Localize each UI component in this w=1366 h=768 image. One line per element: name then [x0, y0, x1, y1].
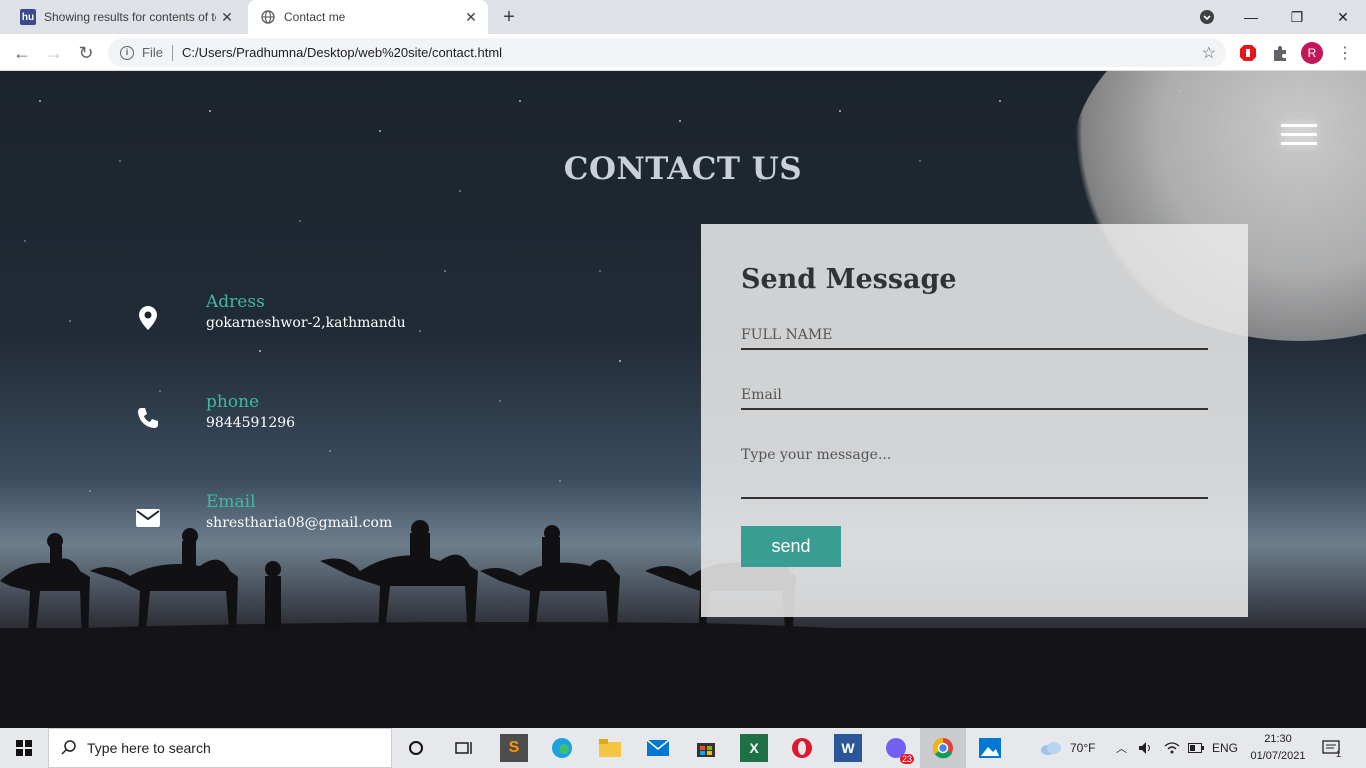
- phone-value: 9844591296: [206, 415, 296, 431]
- bookmark-star-icon[interactable]: ☆: [1202, 43, 1216, 63]
- tab-search-results[interactable]: hu Showing results for contents of te ✕: [8, 0, 244, 34]
- chevron-up-icon[interactable]: ︿: [1116, 728, 1127, 768]
- close-icon[interactable]: ✕: [216, 6, 238, 28]
- notification-center-icon[interactable]: 1: [1322, 728, 1341, 768]
- mail-icon[interactable]: [644, 734, 672, 762]
- taskbar-search-box[interactable]: Type here to search: [48, 728, 392, 768]
- page-viewport: CONTACT US Adress gokarneshwor-2,kathman…: [0, 71, 1366, 728]
- hu-favicon-icon: hu: [20, 9, 36, 25]
- excel-icon[interactable]: X: [740, 734, 768, 762]
- profile-avatar[interactable]: R: [1301, 42, 1323, 64]
- adblock-extension-icon[interactable]: [1237, 42, 1259, 64]
- globe-icon: [260, 9, 276, 25]
- hamburger-menu-icon[interactable]: [1281, 124, 1317, 148]
- windows-start-icon[interactable]: [0, 728, 48, 768]
- scheme-label: File: [142, 45, 163, 60]
- restore-button[interactable]: ❐: [1274, 0, 1320, 34]
- file-explorer-icon[interactable]: [596, 734, 624, 762]
- cortana-icon[interactable]: [402, 734, 430, 762]
- back-button[interactable]: ←: [8, 39, 36, 67]
- clock[interactable]: 21:30 01/07/2021: [1244, 731, 1312, 765]
- close-window-button[interactable]: ✕: [1320, 0, 1366, 34]
- forward-button[interactable]: →: [40, 39, 68, 67]
- taskbar: Type here to search S X W 23 70°F ︿ ENG …: [0, 728, 1366, 768]
- divider: [171, 44, 173, 61]
- notification-count: 1: [1336, 749, 1342, 759]
- message-textarea[interactable]: [741, 447, 1208, 499]
- email-label: Email: [206, 492, 256, 512]
- phone-label: phone: [206, 392, 260, 412]
- address-bar[interactable]: i File C:/Users/Pradhumna/Desktop/web%20…: [108, 38, 1226, 67]
- address-label: Adress: [206, 292, 265, 312]
- contact-item-email: Email shrestharia08@gmail.com: [130, 492, 550, 542]
- envelope-icon: [130, 500, 166, 536]
- contact-item-phone: phone 9844591296: [130, 392, 550, 442]
- extensions-puzzle-icon[interactable]: [1269, 42, 1291, 64]
- info-icon[interactable]: i: [120, 45, 134, 60]
- search-icon: [61, 739, 77, 758]
- edge-browser-icon[interactable]: [548, 734, 576, 762]
- send-button[interactable]: send: [741, 526, 841, 567]
- chrome-taskbar-icon[interactable]: [920, 728, 966, 768]
- browser-toolbar: ← → ↻ i File C:/Users/Pradhumna/Desktop/…: [0, 34, 1366, 71]
- ground: [0, 628, 1366, 728]
- wifi-icon[interactable]: [1164, 728, 1180, 768]
- cloud-icon: [1041, 742, 1061, 755]
- viber-icon[interactable]: 23: [882, 734, 914, 764]
- volume-icon[interactable]: [1138, 728, 1154, 768]
- phone-icon: [130, 400, 166, 436]
- photos-icon[interactable]: [976, 734, 1004, 762]
- page-title: CONTACT US: [563, 151, 803, 187]
- language-indicator[interactable]: ENG: [1212, 728, 1238, 768]
- viber-badge: 23: [899, 754, 914, 764]
- url-text: C:/Users/Pradhumna/Desktop/web%20site/co…: [181, 45, 503, 60]
- clock-time: 21:30: [1264, 733, 1292, 745]
- fullname-input[interactable]: [741, 327, 1208, 350]
- tab-contact-me[interactable]: Contact me ✕: [248, 0, 488, 34]
- weather-temp: 70°F: [1070, 741, 1096, 755]
- email-value: shrestharia08@gmail.com: [206, 515, 393, 531]
- tab-strip: hu Showing results for contents of te ✕ …: [0, 0, 1366, 34]
- new-tab-button[interactable]: +: [498, 6, 520, 28]
- battery-icon[interactable]: [1188, 728, 1204, 768]
- minimize-button[interactable]: —: [1228, 0, 1274, 34]
- clock-date: 01/07/2021: [1250, 750, 1306, 762]
- search-placeholder: Type here to search: [87, 740, 211, 756]
- tab-search-icon[interactable]: [1184, 0, 1230, 34]
- store-icon[interactable]: [692, 734, 720, 762]
- reload-button[interactable]: ↻: [72, 39, 100, 67]
- task-view-icon[interactable]: [450, 734, 478, 762]
- contact-item-address: Adress gokarneshwor-2,kathmandu: [130, 292, 550, 342]
- map-marker-icon: [130, 300, 166, 336]
- close-icon[interactable]: ✕: [460, 6, 482, 28]
- form-heading: Send Message: [741, 264, 957, 295]
- opera-icon[interactable]: [788, 734, 816, 762]
- address-value: gokarneshwor-2,kathmandu: [206, 315, 406, 331]
- word-icon[interactable]: W: [834, 734, 862, 762]
- send-message-form: Send Message send: [701, 224, 1248, 617]
- email-input[interactable]: [741, 387, 1208, 410]
- sublime-text-icon[interactable]: S: [500, 734, 528, 762]
- weather-widget[interactable]: 70°F: [1040, 728, 1095, 768]
- menu-kebab-icon[interactable]: ⋮: [1334, 42, 1356, 64]
- tab-title: Contact me: [284, 10, 346, 24]
- tab-title: Showing results for contents of te: [44, 10, 216, 24]
